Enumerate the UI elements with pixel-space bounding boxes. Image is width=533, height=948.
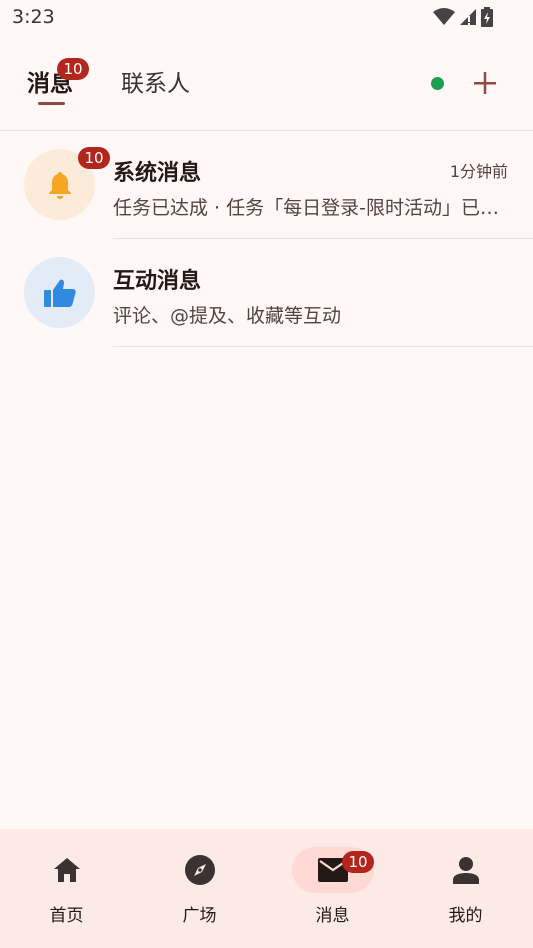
list-item-interaction-messages[interactable]: 互动消息 评论、@提及、收藏等互动 (0, 239, 533, 347)
person-icon (452, 857, 479, 884)
nav-mine-icon-wrap (425, 847, 507, 893)
nav-mine-label: 我的 (448, 906, 483, 926)
nav-messages-badge: 10 (342, 851, 374, 873)
list-item-system-messages[interactable]: 10 系统消息 1分钟前 任务已达成 · 任务「每日登录-限时活动」已完成 (0, 131, 533, 239)
bottom-navigation: 首页 广场 10 消息 我的 (0, 829, 533, 948)
interaction-message-preview: 评论、@提及、收藏等互动 (113, 305, 342, 327)
compass-icon (184, 855, 215, 885)
system-message-time: 1分钟前 (449, 162, 508, 181)
tab-contacts-label: 联系人 (121, 71, 190, 97)
nav-messages[interactable]: 10 消息 (266, 829, 399, 948)
top-tabs: 消息 10 联系人 (0, 50, 533, 130)
interaction-avatar (24, 257, 95, 328)
nav-square[interactable]: 广场 (133, 829, 266, 948)
messages-screen: 3:23 消息 10 联系人 10 系统消息 1分钟前 任务已达成 · 任务「每… (0, 0, 533, 948)
list-divider (113, 346, 533, 347)
interaction-message-title: 互动消息 (113, 269, 202, 294)
plus-icon (474, 72, 496, 94)
system-message-title: 系统消息 (113, 161, 202, 186)
nav-square-icon-wrap (159, 847, 241, 893)
wifi-icon (433, 8, 455, 25)
nav-home-label: 首页 (49, 906, 84, 926)
thumbs-up-icon (43, 279, 76, 307)
cellular-signal-icon (460, 9, 476, 25)
status-bar: 3:23 (0, 0, 533, 36)
nav-square-label: 广场 (182, 906, 217, 926)
nav-home-icon-wrap (26, 847, 108, 893)
battery-icon (481, 7, 493, 27)
system-unread-badge: 10 (78, 147, 110, 169)
tab-messages-badge: 10 (57, 58, 89, 80)
tab-indicator (38, 102, 65, 105)
bell-icon (48, 171, 71, 199)
status-time: 3:23 (12, 6, 55, 28)
nav-messages-label: 消息 (315, 906, 350, 926)
nav-home[interactable]: 首页 (0, 829, 133, 948)
nav-mine[interactable]: 我的 (399, 829, 532, 948)
add-button[interactable] (470, 68, 500, 98)
status-icons (433, 7, 493, 27)
system-message-preview: 任务已达成 · 任务「每日登录-限时活动」已完成 (113, 197, 513, 219)
home-icon (53, 858, 80, 882)
online-status-dot (431, 77, 444, 90)
tab-contacts[interactable]: 联系人 (121, 64, 190, 98)
